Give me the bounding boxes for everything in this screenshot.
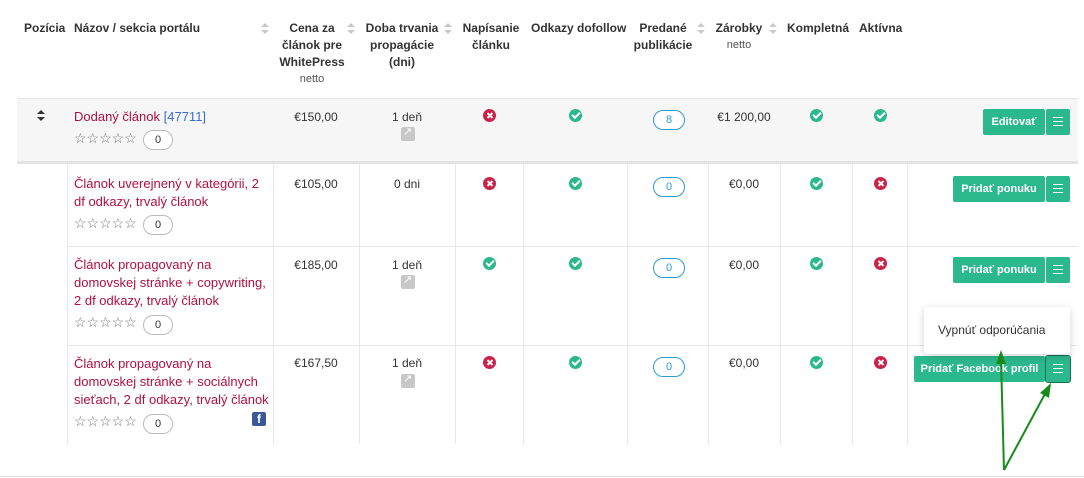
annotation-arrowhead: [1040, 383, 1051, 398]
annotation-arrows: [996, 350, 1051, 471]
annotation-arrow: [1000, 359, 1005, 471]
annotation-arrowhead: [996, 350, 1006, 364]
table-bottom-border: [0, 476, 1084, 477]
annotation-arrow: [1003, 391, 1047, 471]
